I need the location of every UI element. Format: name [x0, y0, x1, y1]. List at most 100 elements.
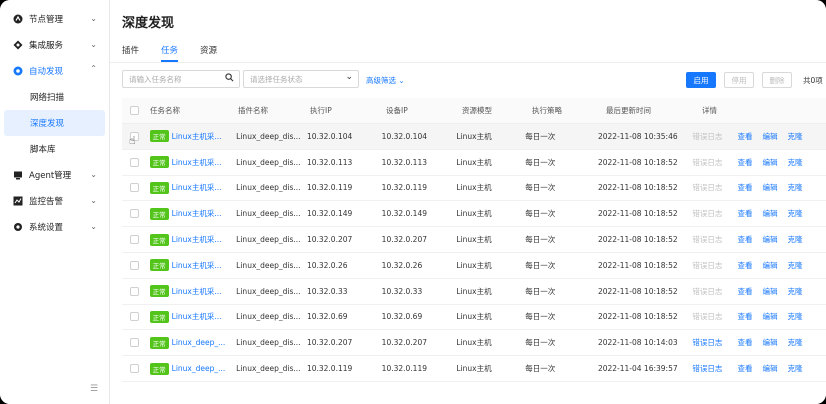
row-checkbox[interactable]	[122, 183, 150, 193]
task-status-select[interactable]: 请选择任务状态 ⌄	[243, 70, 359, 88]
sidebar-subitem-deep-discovery[interactable]: 深度发现	[4, 110, 105, 136]
sidebar-item-node-management[interactable]: 节点管理 ⌄	[0, 6, 109, 32]
clone-link[interactable]: 克隆	[788, 208, 803, 219]
error-log-link[interactable]: 错误日志	[692, 208, 737, 219]
error-log-link[interactable]: 错误日志	[692, 131, 737, 142]
menu-collapse-icon[interactable]: ☰	[90, 384, 98, 394]
status-badge: 正常	[149, 156, 169, 169]
row-actions: 查看 编辑 克隆	[738, 311, 826, 322]
exec-policy-cell: 每日一次	[525, 183, 556, 193]
view-link[interactable]: 查看	[738, 182, 753, 193]
sidebar-item-agent[interactable]: Agent管理 ⌄	[0, 162, 109, 188]
tab-resources[interactable]: 资源	[200, 44, 217, 62]
table-row[interactable]: 正常 Linux主机采... Linux_deep_dis... 10.32.0.14…	[122, 201, 826, 228]
advanced-filter-link[interactable]: 高级筛选 ⌄	[366, 75, 405, 86]
clone-link[interactable]: 克隆	[788, 234, 803, 245]
error-log-link[interactable]: 错误日志	[692, 337, 737, 348]
exec-ip-cell: 10.32.0.207	[306, 235, 353, 245]
sidebar-subitem-script-library[interactable]: 脚本库	[0, 136, 109, 162]
delete-button[interactable]: 删除	[762, 72, 792, 88]
sidebar-item-integration[interactable]: 集成服务 ⌄	[0, 32, 109, 58]
select-all-checkbox[interactable]	[122, 106, 150, 115]
edit-link[interactable]: 编辑	[763, 208, 778, 219]
row-checkbox[interactable]	[122, 131, 150, 141]
task-name-link[interactable]: Linux主机采...	[172, 157, 222, 168]
table-row[interactable]: 正常 Linux主机采... Linux_deep_dis... 10.32.0.11…	[122, 150, 826, 176]
table-row[interactable]: 正常 Linux主机采... Linux_deep_dis... 10.32.0.11…	[122, 176, 826, 202]
edit-link[interactable]: 编辑	[763, 337, 778, 348]
edit-link[interactable]: 编辑	[763, 131, 778, 142]
clone-link[interactable]: 克隆	[788, 157, 803, 168]
error-log-link[interactable]: 错误日志	[692, 234, 737, 245]
error-log-link[interactable]: 错误日志	[692, 286, 737, 297]
task-name-link[interactable]: Linux主机采...	[172, 131, 222, 142]
task-name-link[interactable]: Linux主机采...	[172, 234, 222, 245]
row-checkbox[interactable]	[122, 286, 150, 296]
sidebar-subitem-network-scan[interactable]: 网络扫描	[0, 84, 109, 110]
row-checkbox[interactable]	[122, 157, 150, 167]
task-name-link[interactable]: Linux主机采...	[172, 286, 222, 297]
edit-link[interactable]: 编辑	[763, 182, 778, 193]
error-log-link[interactable]: 错误日志	[692, 260, 737, 271]
error-log-link[interactable]: 错误日志	[692, 363, 737, 374]
table-row[interactable]: 正常 Linux主机采... Linux_deep_dis... 10.32.0.10…	[122, 124, 826, 150]
row-checkbox[interactable]	[122, 312, 150, 322]
view-link[interactable]: 查看	[738, 337, 753, 348]
exec-policy-cell: 每日一次	[525, 286, 556, 296]
view-link[interactable]: 查看	[738, 157, 753, 168]
clone-link[interactable]: 克隆	[788, 337, 803, 348]
edit-link[interactable]: 编辑	[763, 286, 778, 297]
sidebar-item-auto-discovery[interactable]: 自动发现 ⌃	[0, 58, 109, 84]
table-row[interactable]: 正常 Linux主机采... Linux_deep_dis... 10.32.0.26…	[122, 253, 826, 279]
sidebar-item-monitoring[interactable]: 监控告警 ⌄	[0, 188, 109, 214]
table-row[interactable]: 正常 Linux主机采... Linux_deep_dis... 10.32.0.20…	[122, 227, 826, 253]
device-ip-cell: 10.32.0.33	[381, 286, 423, 296]
error-log-link[interactable]: 错误日志	[692, 311, 737, 322]
task-name-link[interactable]: Linux主机采...	[172, 208, 222, 219]
clone-link[interactable]: 克隆	[788, 311, 803, 322]
tab-plugins[interactable]: 插件	[122, 44, 139, 62]
clone-link[interactable]: 克隆	[788, 131, 803, 142]
resource-model-cell: Linux主机	[456, 286, 492, 296]
edit-link[interactable]: 编辑	[763, 311, 778, 322]
row-checkbox[interactable]	[122, 209, 150, 219]
row-checkbox[interactable]	[122, 338, 150, 348]
table-row[interactable]: 正常 Linux_deep_... Linux_deep_dis... 10.32.0…	[122, 356, 826, 382]
table-row[interactable]: 正常 Linux主机采... Linux_deep_dis... 10.32.0.33…	[122, 279, 826, 305]
task-name-link[interactable]: Linux主机采...	[172, 182, 222, 193]
view-link[interactable]: 查看	[738, 234, 753, 245]
task-name-search-input[interactable]: 请输入任务名称	[122, 70, 240, 88]
edit-link[interactable]: 编辑	[763, 157, 778, 168]
row-checkbox[interactable]	[122, 235, 150, 245]
task-name-link[interactable]: Linux主机采...	[172, 311, 222, 322]
task-name-link[interactable]: Linux_deep_...	[172, 338, 226, 347]
table-row[interactable]: 正常 Linux_deep_... Linux_deep_dis... 10.32.0…	[122, 330, 826, 357]
enable-button[interactable]: 启用	[686, 72, 716, 88]
status-badge: 正常	[149, 233, 169, 246]
edit-link[interactable]: 编辑	[763, 260, 778, 271]
task-name-link[interactable]: Linux主机采...	[172, 260, 222, 271]
table-row[interactable]: 正常 Linux主机采... Linux_deep_dis... 10.32.0.69…	[122, 305, 826, 331]
task-name-link[interactable]: Linux_deep_...	[172, 364, 226, 373]
row-checkbox[interactable]	[122, 364, 150, 374]
edit-link[interactable]: 编辑	[763, 363, 778, 374]
exec-ip-cell: 10.32.0.104	[306, 131, 353, 141]
edit-link[interactable]: 编辑	[763, 234, 778, 245]
error-log-link[interactable]: 错误日志	[692, 157, 737, 168]
disable-button[interactable]: 停用	[724, 72, 754, 88]
view-link[interactable]: 查看	[738, 208, 753, 219]
search-icon[interactable]	[225, 73, 234, 85]
sidebar-item-settings[interactable]: 系统设置 ⌄	[0, 214, 109, 240]
view-link[interactable]: 查看	[738, 131, 753, 142]
clone-link[interactable]: 克隆	[788, 286, 803, 297]
clone-link[interactable]: 克隆	[788, 363, 803, 374]
error-log-link[interactable]: 错误日志	[692, 182, 737, 193]
view-link[interactable]: 查看	[738, 363, 753, 374]
row-checkbox[interactable]	[122, 260, 150, 270]
view-link[interactable]: 查看	[738, 260, 753, 271]
clone-link[interactable]: 克隆	[788, 260, 803, 271]
view-link[interactable]: 查看	[738, 286, 753, 297]
clone-link[interactable]: 克隆	[788, 182, 803, 193]
view-link[interactable]: 查看	[738, 311, 753, 322]
tab-tasks[interactable]: 任务	[161, 44, 179, 62]
